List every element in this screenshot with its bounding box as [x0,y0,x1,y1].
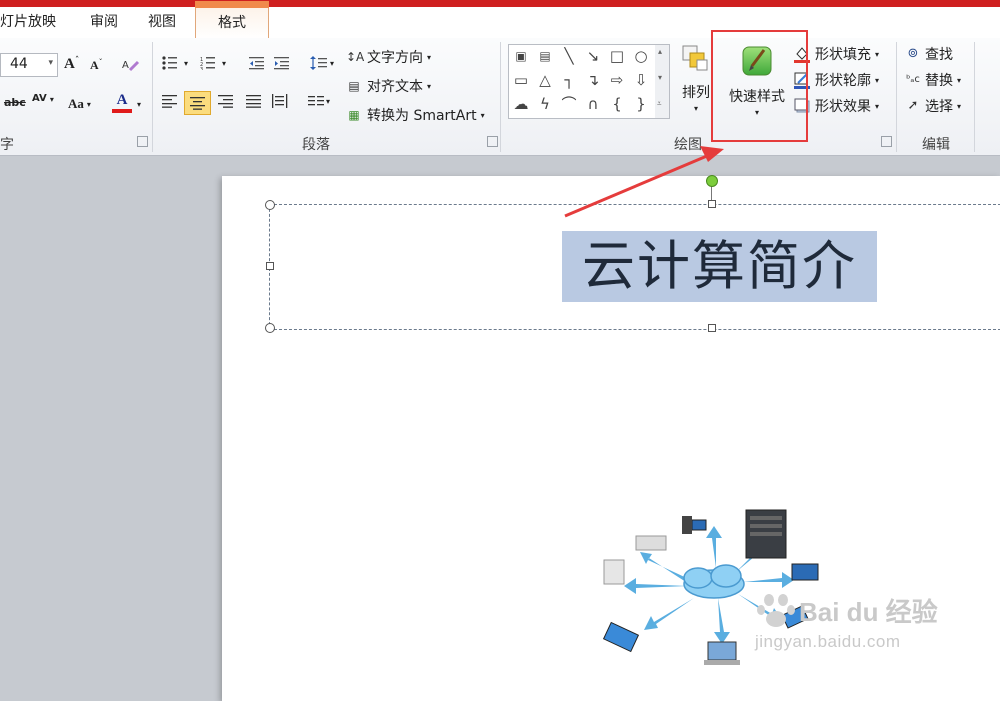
paw-logo-icon [757,594,795,627]
watermark-url: jingyan.baidu.com [755,632,901,651]
watermark: Bai du 经验 jingyan.baidu.com [755,590,938,652]
watermark-logo-text: Bai du 经验 [799,596,938,627]
